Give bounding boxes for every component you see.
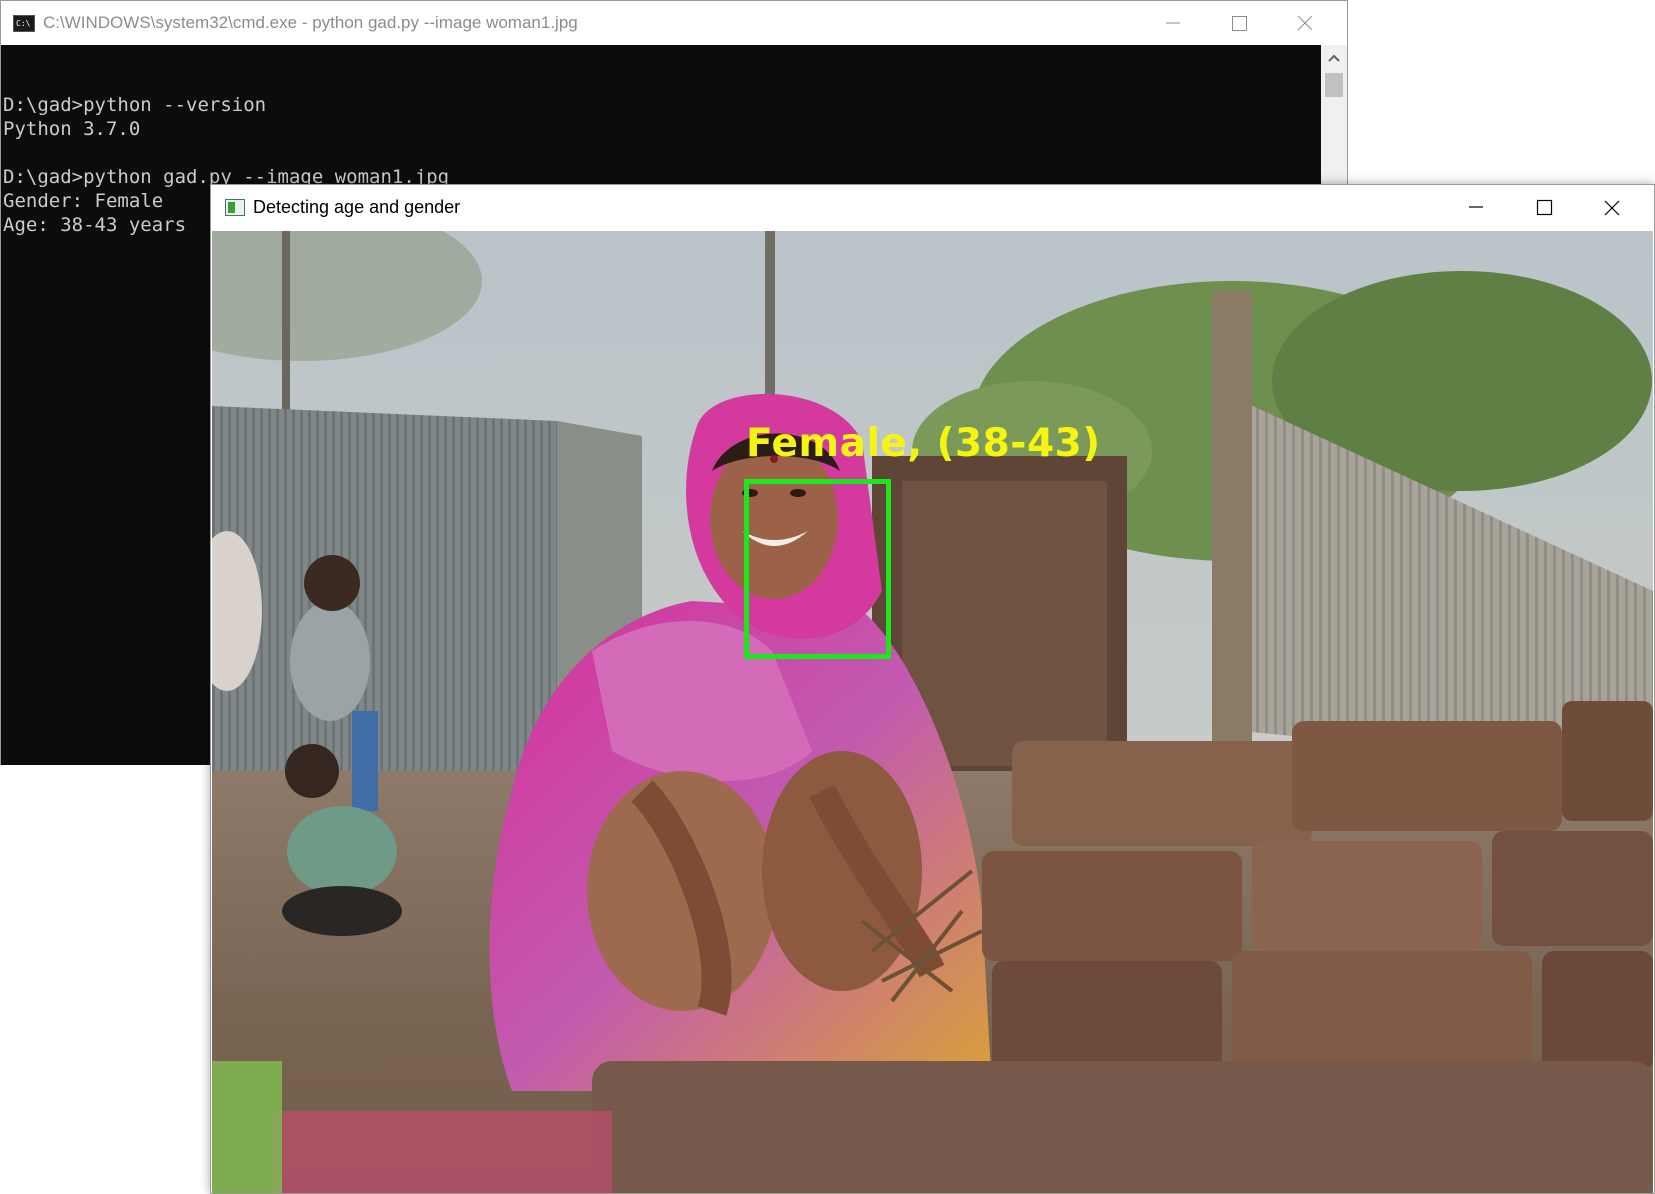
cmd-maximize-button[interactable] [1207, 1, 1271, 45]
maximize-icon [1536, 199, 1553, 216]
cmd-minimize-button[interactable] [1141, 1, 1205, 45]
cmd-titlebar[interactable]: C:\ C:\WINDOWS\system32\cmd.exe - python… [1, 1, 1347, 45]
cmd-window-title: C:\WINDOWS\system32\cmd.exe - python gad… [43, 13, 578, 32]
minimize-icon [1469, 206, 1483, 208]
image-window-title: Detecting age and gender [253, 197, 461, 217]
image-window-titlebar[interactable]: Detecting age and gender [211, 185, 1654, 231]
scroll-up-arrow-icon[interactable] [1321, 49, 1347, 67]
cmd-close-button[interactable] [1273, 1, 1337, 45]
detection-label: Female, (38-43) [746, 421, 1101, 466]
console-line: Gender: Female [3, 190, 164, 212]
close-icon [1297, 15, 1313, 31]
detection-image: Female, (38-43) [212, 231, 1653, 1193]
image-window: Detecting age and gender Female, (38-43) [210, 184, 1655, 1194]
console-line: D:\gad>python --version [3, 94, 267, 116]
close-icon [1604, 200, 1620, 216]
image-close-button[interactable] [1580, 185, 1644, 231]
console-line: Age: 38-43 years [3, 214, 187, 236]
console-line: Python 3.7.0 [3, 118, 141, 140]
maximize-icon [1232, 16, 1247, 31]
photo-scene [212, 231, 1653, 1193]
image-window-icon [225, 199, 245, 216]
image-minimize-button[interactable] [1444, 185, 1508, 231]
minimize-icon [1166, 22, 1180, 24]
image-maximize-button[interactable] [1512, 185, 1576, 231]
scrollbar-thumb[interactable] [1325, 73, 1343, 97]
console-icon: C:\ [13, 15, 35, 32]
face-bounding-box [744, 479, 891, 659]
